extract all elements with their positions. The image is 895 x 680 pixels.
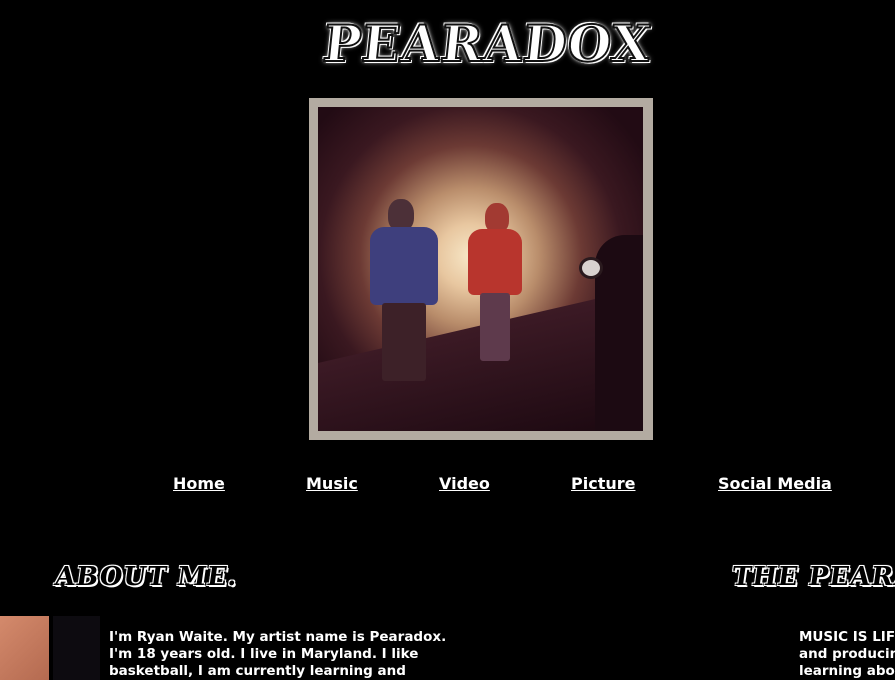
pearadox-section-text: MUSIC IS LIFE and producing learning abo…	[799, 629, 895, 680]
about-title: ABOUT ME.	[52, 562, 241, 592]
photo-figure-left	[370, 199, 450, 409]
hero-photo	[318, 107, 643, 431]
nav-link-music[interactable]: Music	[306, 474, 358, 493]
hero-photo-frame	[309, 98, 653, 440]
thumbnail-image-dark	[53, 616, 100, 680]
thumbnail-image	[0, 616, 49, 680]
pearadox-section-title: THE PEARADOX	[729, 562, 895, 592]
site-logo[interactable]: PEARADOX	[320, 10, 656, 76]
pearadox-text-line: MUSIC IS LIFE	[799, 629, 895, 645]
nav-link-picture[interactable]: Picture	[571, 474, 635, 493]
camera-icon	[579, 257, 603, 279]
pearadox-text-line: learning about	[799, 663, 895, 679]
photo-figure-right	[468, 203, 538, 373]
nav-link-social-media[interactable]: Social Media	[718, 474, 832, 493]
pearadox-text-line: and producing	[799, 646, 895, 662]
page: PEARADOX Home Music Video Picture Social…	[0, 0, 895, 680]
nav-link-home[interactable]: Home	[173, 474, 225, 493]
main-nav: Home Music Video Picture Social Media	[0, 474, 895, 498]
nav-link-video[interactable]: Video	[439, 474, 490, 493]
about-text: I'm Ryan Waite. My artist name is Pearad…	[109, 629, 447, 679]
